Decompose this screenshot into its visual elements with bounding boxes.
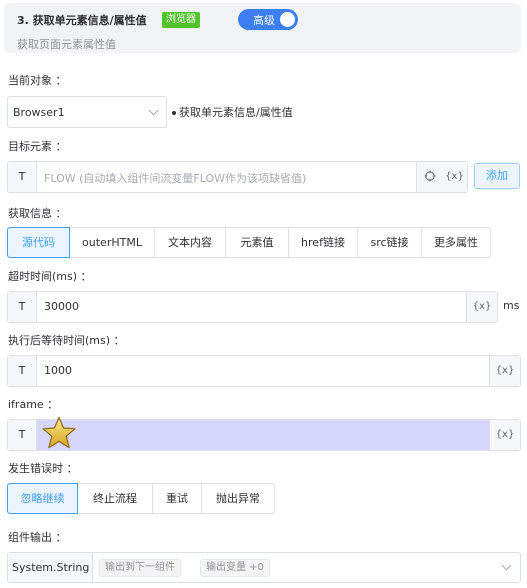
on-error-stop[interactable]: 终止流程 (78, 483, 153, 514)
info-option-more[interactable]: 更多属性 (422, 227, 491, 258)
output-tag-variable: 输出变量 +0 (200, 559, 270, 577)
target-element-label: 目标元素 ： (8, 140, 67, 153)
info-option-href[interactable]: href链接 (289, 227, 358, 258)
current-object-description: 获取单元素信息/属性值 (172, 104, 293, 120)
add-button[interactable]: 添加 (474, 163, 520, 189)
target-variable-button[interactable]: {x} (442, 162, 467, 192)
chevron-down-icon (501, 560, 512, 571)
component-header: 3. 获取单元素信息/属性值 浏览器 高级 获取页面元素属性值 (4, 3, 521, 53)
on-error-retry[interactable]: 重试 (153, 483, 202, 514)
timeout-value: 30000 (44, 300, 79, 313)
text-type-prefix: T (8, 420, 37, 450)
current-object-value: Browser1 (13, 106, 65, 119)
current-object-description-text: 获取单元素信息/属性值 (179, 106, 293, 119)
wait-value: 1000 (44, 364, 72, 377)
timeout-label: 超时时间(ms) ： (8, 270, 92, 283)
output-select[interactable]: System.String 输出到下一组件 输出变量 +0 (7, 552, 521, 583)
browser-badge: 浏览器 (162, 12, 200, 28)
on-error-label: 发生错误时 ： (8, 462, 78, 475)
timeout-field[interactable]: T 30000 {x} (7, 291, 498, 323)
on-error-throw[interactable]: 抛出异常 (202, 483, 275, 514)
wait-label: 执行后等待时间(ms) ： (8, 334, 125, 347)
wait-variable-button[interactable]: {x} (489, 356, 520, 386)
output-label: 组件输出 ： (8, 531, 67, 544)
advanced-toggle-label: 高级 (253, 14, 275, 27)
chevron-down-icon (148, 105, 159, 116)
text-type-prefix: T (8, 162, 37, 192)
toggle-knob (280, 12, 295, 27)
text-type-prefix: T (8, 292, 37, 322)
info-option-text[interactable]: 文本内容 (155, 227, 226, 258)
component-title: 3. 获取单元素信息/属性值 (17, 14, 147, 27)
target-picker[interactable] (416, 162, 442, 192)
advanced-toggle[interactable]: 高级 (238, 9, 298, 30)
bullet-icon (172, 111, 176, 115)
iframe-variable-button[interactable]: {x} (489, 420, 520, 450)
target-element-placeholder: FLOW (自动填入组件间流变量FLOW作为该项缺省值) (44, 172, 307, 185)
current-object-label: 当前对象 ： (8, 74, 67, 87)
target-element-field[interactable]: T FLOW (自动填入组件间流变量FLOW作为该项缺省值) {x} (7, 161, 468, 193)
info-options: 源代码 outerHTML 文本内容 元素值 href链接 src链接 更多属性 (7, 227, 491, 258)
on-error-options: 忽略继续 终止流程 重试 抛出异常 (7, 483, 275, 514)
output-type: System.String (8, 553, 93, 582)
wait-field[interactable]: T 1000 {x} (7, 355, 521, 387)
timeout-variable-button[interactable]: {x} (466, 292, 497, 322)
info-option-outerhtml[interactable]: outerHTML (70, 227, 155, 258)
iframe-field[interactable]: T {x} (7, 419, 521, 451)
output-tag-next: 输出到下一组件 (99, 559, 181, 577)
iframe-input-highlight (37, 420, 496, 450)
on-error-ignore[interactable]: 忽略继续 (7, 483, 78, 514)
component-subtitle: 获取页面元素属性值 (17, 38, 116, 51)
text-type-prefix: T (8, 356, 37, 386)
info-option-source[interactable]: 源代码 (7, 227, 70, 258)
current-object-select[interactable]: Browser1 (7, 96, 167, 128)
timeout-unit: ms (503, 299, 520, 312)
info-option-value[interactable]: 元素值 (226, 227, 289, 258)
crosshair-icon (424, 170, 435, 182)
iframe-label: iframe ： (8, 398, 59, 411)
info-option-src[interactable]: src链接 (358, 227, 422, 258)
star-icon (42, 416, 76, 449)
get-info-label: 获取信息 ： (8, 207, 67, 220)
